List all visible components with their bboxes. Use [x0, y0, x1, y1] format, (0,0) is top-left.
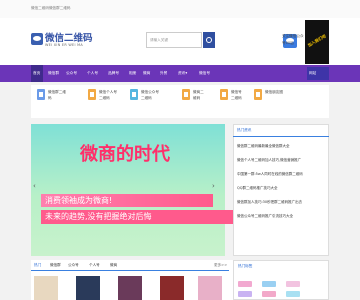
banner-line-2: 未来的趋势,没有把握绝对后悔	[41, 210, 233, 224]
hot-news-header: 热门资讯	[233, 124, 329, 137]
tag-chip[interactable]	[286, 281, 300, 287]
tags-title: 热门标签	[238, 264, 253, 268]
search-input[interactable]: 请输入关键	[146, 32, 202, 48]
category-icons	[31, 85, 329, 118]
groups-icon[interactable]	[37, 89, 45, 100]
news-link[interactable]: QQ群二维码推广技巧大全	[237, 186, 278, 191]
tag-chip[interactable]	[286, 291, 300, 297]
top-bar-text: 微信二维码微信群二维码	[31, 6, 71, 10]
banner-line-1: 消费领袖成为微商!	[41, 194, 213, 207]
icon-label-groups[interactable]: 微信群二维码	[48, 89, 68, 101]
tab-personal[interactable]: 个人号	[89, 263, 100, 268]
listing-thumbnail[interactable]	[76, 276, 100, 300]
nav-item-weishang[interactable]: 微商	[143, 65, 150, 82]
promo-text: 加入我们吧	[306, 33, 327, 48]
news-link[interactable]: 中国第一群:5w人同时在线的微信群二维码	[237, 172, 303, 177]
tab-underline	[31, 270, 229, 271]
tab-official[interactable]: 公众号	[68, 263, 79, 268]
banner-prev-icon[interactable]: ‹	[33, 182, 36, 190]
tab-hot[interactable]: 热门	[34, 263, 41, 268]
news-link[interactable]: 微信个人号二维码加人技巧,微信营销推广	[237, 158, 301, 163]
listing-thumbnail[interactable]	[34, 276, 58, 300]
logo-title[interactable]: 微信二维码	[45, 30, 93, 44]
news-link[interactable]: 微信公众号二维码推广引流技巧大全	[237, 214, 293, 219]
icon-label-personal[interactable]: 微信个人号二维码	[99, 89, 117, 101]
tab-groups[interactable]: 微信群	[50, 263, 61, 268]
official-icon[interactable]	[130, 89, 138, 100]
main-nav: 首页 微信群 公众号 个人号 品牌号 相册 微商 外贸 资讯▾ 微信号	[0, 65, 360, 82]
weishang-icon[interactable]	[182, 89, 190, 100]
logo-icon[interactable]	[31, 33, 43, 45]
icon-label-account[interactable]: 微信号二维码	[231, 89, 245, 101]
banner-title: 微商的时代	[80, 144, 170, 165]
nav-item-brand[interactable]: 品牌号	[108, 65, 119, 82]
listing-thumbnail[interactable]	[160, 276, 184, 300]
top-bar: 微信二维码微信群二维码	[0, 0, 360, 18]
moments-icon[interactable]	[254, 89, 262, 100]
icon-label-moments[interactable]: 微信朋友圈	[265, 89, 283, 95]
nav-item-account[interactable]: 微信号	[199, 65, 210, 82]
tab-weishang[interactable]: 微商	[110, 263, 117, 268]
news-link[interactable]: 微信群加人技巧:30秒把群二维码推广出去	[237, 200, 302, 205]
nav-right-button[interactable]: 网站	[307, 67, 329, 80]
tag-chip[interactable]	[238, 291, 252, 297]
logo-subtitle: WEI XIN ER WEI MA	[45, 43, 84, 47]
icon-label-weishang[interactable]: 微商二维码	[193, 89, 205, 101]
search-button[interactable]	[203, 32, 215, 48]
personal-icon[interactable]	[88, 89, 96, 100]
listing-thumbnail[interactable]	[198, 276, 222, 300]
nav-item-trade[interactable]: 外贸	[160, 65, 167, 82]
tag-chip[interactable]	[238, 281, 252, 287]
news-link[interactable]: 微信群二维码最新最全微信群大全	[237, 144, 290, 149]
banner-next-icon[interactable]: ›	[212, 182, 215, 190]
icon-label-official[interactable]: 微信公众号二维码	[141, 89, 159, 101]
nav-item-home[interactable]: 首页	[31, 65, 43, 82]
nav-item-album[interactable]: 相册	[129, 65, 136, 82]
nav-item-official[interactable]: 公众号	[66, 65, 77, 82]
qr-follow-text: 关注微信公众号00后	[282, 34, 304, 45]
listing-thumbnail[interactable]	[118, 276, 142, 300]
nav-item-personal[interactable]: 个人号	[87, 65, 98, 82]
nav-item-news[interactable]: 资讯▾	[178, 65, 187, 82]
promo-image[interactable]: 加入我们吧	[305, 20, 329, 64]
tag-chip[interactable]	[262, 291, 276, 297]
account-icon[interactable]	[220, 89, 228, 100]
more-link[interactable]: 更多>>	[214, 263, 227, 268]
tag-chip[interactable]	[262, 281, 276, 287]
hot-news-title: 热门资讯	[237, 128, 252, 132]
nav-item-groups[interactable]: 微信群	[48, 65, 59, 82]
